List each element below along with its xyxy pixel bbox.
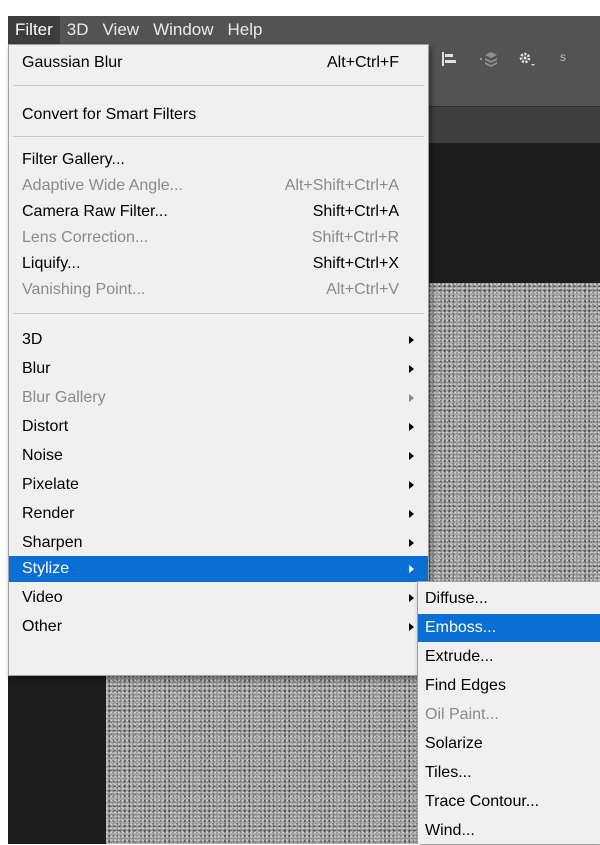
submenu-arrow-icon: [409, 394, 414, 402]
menu-item-vanishing-point: Vanishing Point... Alt+Ctrl+V: [9, 277, 428, 303]
menu-item-label: Oil Paint...: [425, 706, 499, 723]
menu-item-label: Liquify...: [22, 255, 81, 272]
menu-item-label: Diffuse...: [425, 590, 488, 607]
menu-item-gaussian-blur[interactable]: Gaussian Blur Alt+Ctrl+F: [9, 50, 428, 76]
menu-item-label: Extrude...: [425, 648, 494, 665]
menu-item-label: Distort: [22, 418, 69, 435]
menu-item-noise[interactable]: Noise: [9, 443, 428, 469]
submenu-item-wind[interactable]: Wind...: [418, 817, 600, 845]
submenu-item-tiles[interactable]: Tiles...: [418, 759, 600, 787]
submenu-item-diffuse[interactable]: Diffuse...: [418, 585, 600, 613]
menu-item-shortcut: Alt+Shift+Ctrl+A: [284, 177, 399, 194]
menu-item-pixelate[interactable]: Pixelate: [9, 472, 428, 498]
menu-item-label: Video: [22, 589, 63, 606]
menu-item-label: Pixelate: [22, 476, 79, 493]
menu-item-label: Tiles...: [425, 764, 472, 781]
menu-separator: [13, 136, 424, 137]
menu-item-label: Vanishing Point...: [22, 281, 146, 298]
menu-item-other[interactable]: Other: [9, 614, 428, 640]
submenu-arrow-icon: [409, 594, 414, 602]
stylize-submenu: Diffuse... Emboss... Extrude... Find Edg…: [417, 581, 600, 844]
menu-item-liquify[interactable]: Liquify... Shift+Ctrl+X: [9, 251, 428, 277]
submenu-arrow-icon: [409, 336, 414, 344]
submenu-arrow-icon: [409, 510, 414, 518]
menu-item-blur-gallery: Blur Gallery: [9, 385, 428, 411]
align-icon[interactable]: [440, 50, 458, 71]
menu-item-label: Emboss...: [425, 619, 497, 636]
options-trailing-text: s: [560, 50, 566, 64]
menu-item-label: 3D: [22, 331, 43, 348]
submenu-arrow-icon: [409, 423, 414, 431]
menu-item-blur[interactable]: Blur: [9, 356, 428, 382]
menu-item-lens-correction: Lens Correction... Shift+Ctrl+R: [9, 225, 428, 251]
menu-item-label: Find Edges: [425, 677, 506, 694]
menu-item-label: Solarize: [425, 735, 483, 752]
menu-item-label: Render: [22, 505, 75, 522]
menu-item-adaptive-wide-angle: Adaptive Wide Angle... Alt+Shift+Ctrl+A: [9, 173, 428, 199]
menu-item-label: Blur Gallery: [22, 389, 106, 406]
menubar-window[interactable]: Window: [146, 16, 220, 44]
menu-item-label: Camera Raw Filter...: [22, 203, 168, 220]
menu-item-label: Noise: [22, 447, 63, 464]
menubar-view[interactable]: View: [96, 16, 147, 44]
menu-item-shortcut: Alt+Ctrl+V: [326, 281, 399, 298]
menu-item-camera-raw-filter[interactable]: Camera Raw Filter... Shift+Ctrl+A: [9, 199, 428, 225]
menu-item-distort[interactable]: Distort: [9, 414, 428, 440]
menu-item-shortcut: Shift+Ctrl+A: [312, 203, 399, 220]
menu-item-3d[interactable]: 3D: [9, 327, 428, 353]
menu-item-label: Blur: [22, 360, 51, 377]
menu-item-shortcut: Shift+Ctrl+R: [311, 229, 399, 246]
menu-item-label: Stylize: [22, 560, 70, 577]
menu-separator: [13, 85, 424, 86]
menu-separator: [13, 313, 424, 314]
menu-item-label: Other: [22, 618, 63, 635]
menu-item-label: Adaptive Wide Angle...: [22, 177, 183, 194]
submenu-arrow-icon: [409, 365, 414, 373]
menubar-filter[interactable]: Filter: [8, 16, 60, 44]
submenu-arrow-icon: [409, 539, 414, 547]
submenu-item-oil-paint: Oil Paint...: [418, 701, 600, 729]
menu-item-shortcut: Alt+Ctrl+F: [326, 54, 399, 71]
menu-item-label: Convert for Smart Filters: [22, 106, 197, 123]
menu-item-label: Sharpen: [22, 534, 83, 551]
menu-item-sharpen[interactable]: Sharpen: [9, 530, 428, 556]
submenu-item-solarize[interactable]: Solarize: [418, 730, 600, 758]
gear-icon[interactable]: [516, 50, 536, 71]
menubar-help[interactable]: Help: [221, 16, 270, 44]
layers-3d-icon[interactable]: [478, 50, 500, 71]
menu-item-label: Trace Contour...: [425, 793, 540, 810]
menu-item-video[interactable]: Video: [9, 585, 428, 611]
submenu-arrow-icon: [409, 623, 414, 631]
menu-bar: Filter 3D View Window Help: [8, 16, 600, 44]
submenu-item-extrude[interactable]: Extrude...: [418, 643, 600, 671]
menu-item-stylize[interactable]: Stylize: [9, 556, 428, 582]
menu-item-shortcut: Shift+Ctrl+X: [312, 255, 399, 272]
menu-item-label: Filter Gallery...: [22, 151, 125, 168]
submenu-arrow-icon: [409, 481, 414, 489]
menu-item-label: Wind...: [425, 822, 475, 839]
submenu-item-find-edges[interactable]: Find Edges: [418, 672, 600, 700]
submenu-item-emboss[interactable]: Emboss...: [418, 614, 600, 642]
menu-item-label: Gaussian Blur: [22, 54, 123, 71]
filter-menu: Gaussian Blur Alt+Ctrl+F Convert for Sma…: [8, 44, 429, 676]
submenu-item-trace-contour[interactable]: Trace Contour...: [418, 788, 600, 816]
menubar-3d[interactable]: 3D: [60, 16, 96, 44]
menu-item-filter-gallery[interactable]: Filter Gallery...: [9, 147, 428, 173]
submenu-arrow-icon: [409, 565, 414, 573]
menu-item-convert-for-smart-filters[interactable]: Convert for Smart Filters: [9, 102, 428, 128]
menu-item-label: Lens Correction...: [22, 229, 149, 246]
menu-item-render[interactable]: Render: [9, 501, 428, 527]
submenu-arrow-icon: [409, 452, 414, 460]
